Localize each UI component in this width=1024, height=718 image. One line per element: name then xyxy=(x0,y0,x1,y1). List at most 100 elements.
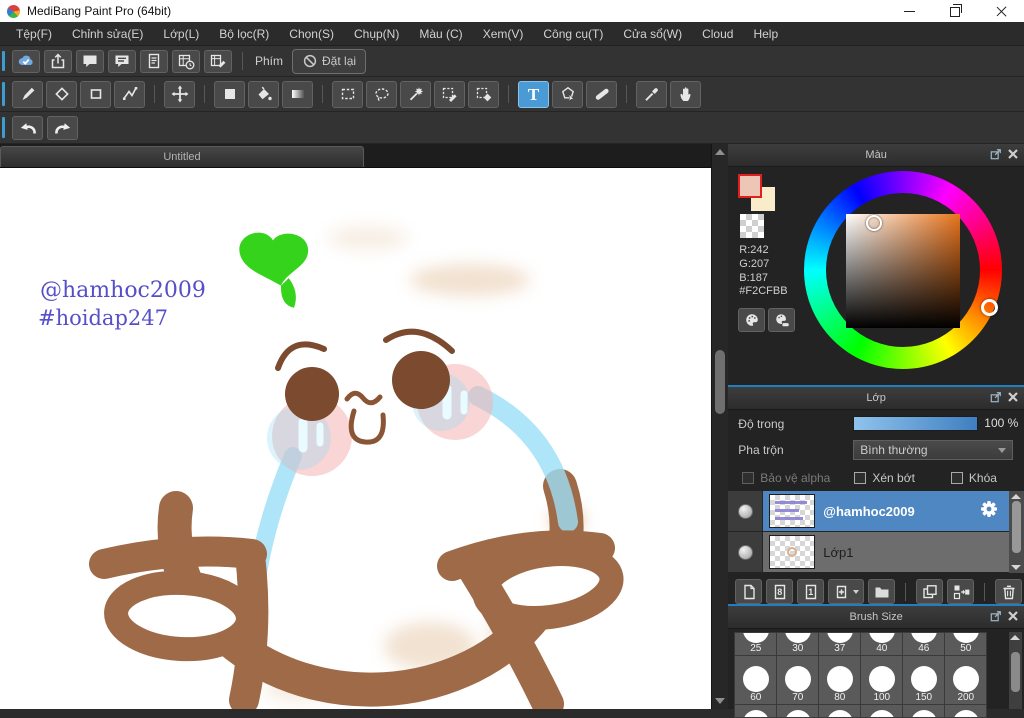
divide-tool[interactable] xyxy=(586,80,617,108)
scroll-down-arrow-icon[interactable] xyxy=(1011,565,1022,570)
canvas-scrollbar-thumb[interactable] xyxy=(715,350,726,414)
toolbar-drag-handle[interactable] xyxy=(2,117,5,138)
brush-panel-scrollbar[interactable] xyxy=(1008,632,1022,709)
brush-size-cell[interactable] xyxy=(819,705,861,717)
toolbar-drag-handle[interactable] xyxy=(2,51,5,71)
alpha-lock-checkbox[interactable] xyxy=(742,472,755,484)
delete-layer-button[interactable] xyxy=(995,579,1023,604)
scroll-up-arrow-icon[interactable] xyxy=(715,149,726,155)
menu-edit[interactable]: Chỉnh sửa(E) xyxy=(62,22,153,45)
hue-marker[interactable] xyxy=(981,299,999,316)
brush-size-cell[interactable]: 100 xyxy=(861,656,903,704)
move-tool[interactable] xyxy=(164,80,195,108)
brush-size-cell[interactable]: 150 xyxy=(903,656,945,704)
merge-layer-button[interactable] xyxy=(947,579,975,604)
layer-scrollbar-thumb[interactable] xyxy=(1011,501,1021,553)
brush-size-cell[interactable]: 80 xyxy=(819,656,861,704)
cloud-sync-button[interactable] xyxy=(12,49,40,73)
add-8bit-layer-button[interactable]: 8 xyxy=(766,579,794,604)
lock-checkbox-item[interactable]: Khóa xyxy=(950,471,997,485)
layer-row-selected[interactable]: @hamhoc2009 xyxy=(728,491,1009,532)
eraser-tool[interactable] xyxy=(46,80,77,108)
clipping-checkbox[interactable] xyxy=(854,472,867,484)
duplicate-layer-button[interactable] xyxy=(916,579,944,604)
menu-layer[interactable]: Lớp(L) xyxy=(153,22,209,45)
foreground-color-swatch[interactable] xyxy=(738,174,763,198)
material-edit-button[interactable] xyxy=(204,49,232,73)
comment-button[interactable] xyxy=(76,49,104,73)
brush-size-cell[interactable] xyxy=(777,705,819,717)
layer-settings-button[interactable] xyxy=(979,499,1005,524)
add-layer-button[interactable] xyxy=(735,579,763,604)
blend-mode-select[interactable]: Bình thường xyxy=(853,440,1014,460)
polyline-tool[interactable] xyxy=(114,80,145,108)
popout-panel-icon[interactable] xyxy=(990,610,1002,622)
select-rect-tool[interactable] xyxy=(332,80,363,108)
popout-panel-icon[interactable] xyxy=(990,148,1002,160)
timeline-button[interactable] xyxy=(172,49,200,73)
eyedropper-tool[interactable] xyxy=(636,80,667,108)
redo-button[interactable] xyxy=(47,115,78,140)
menu-view[interactable]: Xem(V) xyxy=(473,22,534,45)
undo-button[interactable] xyxy=(12,115,43,140)
brush-size-cell[interactable]: 25 xyxy=(735,633,777,655)
menu-snap[interactable]: Chụp(N) xyxy=(344,22,409,45)
select-eraser-tool[interactable] xyxy=(468,80,499,108)
hand-tool[interactable] xyxy=(670,80,701,108)
bucket-tool[interactable] xyxy=(248,80,279,108)
close-button[interactable] xyxy=(978,0,1024,22)
brush-size-cell[interactable]: 200 xyxy=(945,656,987,704)
close-panel-icon[interactable] xyxy=(1007,148,1019,160)
document-tab[interactable]: Untitled xyxy=(0,146,364,167)
gradient-tool[interactable] xyxy=(282,80,313,108)
restore-button[interactable] xyxy=(932,0,978,22)
menu-cloud[interactable]: Cloud xyxy=(692,22,743,45)
layer-row[interactable]: Lớp1 xyxy=(728,532,1009,573)
brush-size-cell[interactable]: 37 xyxy=(819,633,861,655)
shape-brush-tool[interactable] xyxy=(80,80,111,108)
brush-scrollbar-thumb[interactable] xyxy=(1010,652,1020,692)
popout-panel-icon[interactable] xyxy=(990,391,1002,403)
close-panel-icon[interactable] xyxy=(1007,391,1019,403)
menu-help[interactable]: Help xyxy=(743,22,788,45)
layer-panel-header[interactable]: Lớp xyxy=(728,387,1024,410)
color-panel-header[interactable]: Màu xyxy=(728,144,1024,167)
brush-size-cell[interactable]: 60 xyxy=(735,656,777,704)
layer-list-scrollbar[interactable] xyxy=(1008,491,1024,573)
operation-tool[interactable] xyxy=(552,80,583,108)
brush-size-cell[interactable]: 40 xyxy=(861,633,903,655)
scroll-down-arrow-icon[interactable] xyxy=(715,698,726,704)
layer-visibility-cell[interactable] xyxy=(728,532,764,572)
brush-tool[interactable] xyxy=(12,80,43,108)
menu-filter[interactable]: Bộ lọc(R) xyxy=(209,22,279,45)
toolbar-drag-handle[interactable] xyxy=(2,82,5,106)
select-pen-tool[interactable] xyxy=(434,80,465,108)
lock-checkbox[interactable] xyxy=(950,472,963,484)
palette-button[interactable] xyxy=(738,308,766,332)
brush-size-cell[interactable] xyxy=(945,705,987,717)
scroll-up-arrow-icon[interactable] xyxy=(1010,635,1021,640)
brush-size-cell[interactable] xyxy=(735,705,777,717)
scroll-up-arrow-icon[interactable] xyxy=(1011,494,1022,499)
menu-window[interactable]: Cửa sổ(W) xyxy=(613,22,692,45)
brush-size-cell[interactable]: 30 xyxy=(777,633,819,655)
brush-size-cell[interactable]: 50 xyxy=(945,633,987,655)
brush-size-cell[interactable]: 46 xyxy=(903,633,945,655)
add-special-layer-button[interactable] xyxy=(828,579,865,604)
upload-button[interactable] xyxy=(44,49,72,73)
palette-edit-button[interactable] xyxy=(768,308,796,332)
document-button[interactable] xyxy=(140,49,168,73)
brush-panel-header[interactable]: Brush Size xyxy=(728,606,1024,629)
minimize-button[interactable] xyxy=(886,0,932,22)
drawing-canvas[interactable]: @hamhoc2009 #hoidap247 xyxy=(0,168,712,709)
new-folder-button[interactable] xyxy=(868,579,896,604)
alpha-lock-checkbox-item[interactable]: Bảo vệ alpha xyxy=(742,471,830,485)
transparent-color-swatch[interactable] xyxy=(740,214,765,238)
text-tool[interactable]: T xyxy=(518,80,549,108)
fill-rect-tool[interactable] xyxy=(214,80,245,108)
sv-marker[interactable] xyxy=(866,215,883,231)
menu-color[interactable]: Màu (C) xyxy=(409,22,472,45)
menu-tools[interactable]: Công cụ(T) xyxy=(533,22,613,45)
canvas-vertical-scrollbar[interactable] xyxy=(711,144,729,709)
brush-size-cell[interactable]: 70 xyxy=(777,656,819,704)
